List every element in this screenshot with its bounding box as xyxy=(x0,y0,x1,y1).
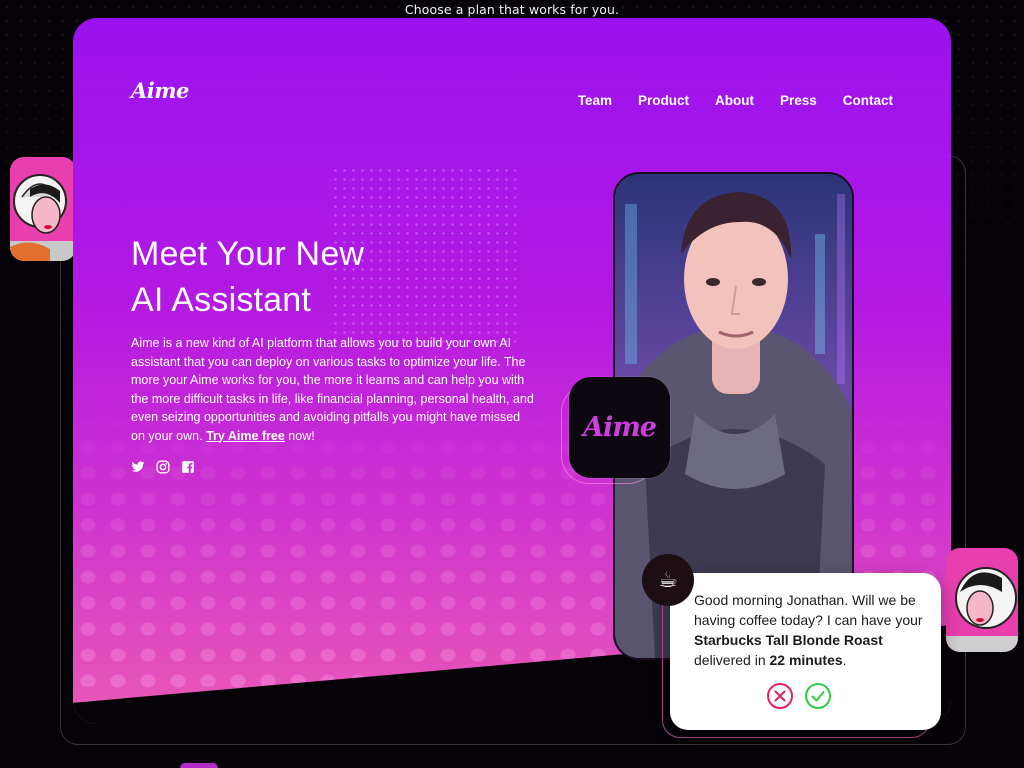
twitter-icon[interactable] xyxy=(131,460,145,474)
social-links xyxy=(131,460,195,474)
headline-line-1: Meet Your New xyxy=(131,235,365,273)
main-nav: Team Product About Press Contact xyxy=(578,93,893,108)
description-suffix: now! xyxy=(288,428,315,443)
aime-app-icon[interactable]: Aime xyxy=(569,377,670,478)
astronaut-avatar-right xyxy=(946,548,1018,652)
description-text: Aime is a new kind of AI platform that a… xyxy=(131,336,534,443)
chat-text-part-3: . xyxy=(842,652,847,668)
chat-product: Starbucks Tall Blonde Roast xyxy=(694,632,883,648)
hero-headline: Meet Your New AI Assistant xyxy=(131,231,364,323)
chat-eta: 22 minutes xyxy=(769,652,843,668)
accept-check-icon[interactable] xyxy=(804,682,832,710)
nav-team[interactable]: Team xyxy=(578,93,612,108)
try-aime-free-link[interactable]: Try Aime free xyxy=(206,429,285,443)
chat-text-part-2: delivered in xyxy=(694,652,766,668)
plan-caption: Choose a plan that works for you. xyxy=(404,2,620,17)
facebook-icon[interactable] xyxy=(181,460,195,474)
headline-line-2: AI Assistant xyxy=(131,281,312,319)
instagram-icon[interactable] xyxy=(156,460,170,474)
assistant-chat-card: Good morning Jonathan. Will we be having… xyxy=(670,573,941,730)
coffee-cup-icon: ☕ xyxy=(642,554,694,606)
hero-description: Aime is a new kind of AI platform that a… xyxy=(131,334,536,445)
nav-product[interactable]: Product xyxy=(638,93,689,108)
app-badge-label: Aime xyxy=(583,412,657,443)
nav-press[interactable]: Press xyxy=(780,93,817,108)
chat-actions xyxy=(766,682,832,710)
chat-text-part-1: Good morning Jonathan. Will we be having… xyxy=(694,592,923,628)
nav-about[interactable]: About xyxy=(715,93,754,108)
bottom-pill-decoration xyxy=(180,763,218,768)
nav-contact[interactable]: Contact xyxy=(843,93,893,108)
chat-message: Good morning Jonathan. Will we be having… xyxy=(694,590,924,670)
decline-x-icon[interactable] xyxy=(766,682,794,710)
brand-logo[interactable]: Aime xyxy=(131,78,189,103)
astronaut-avatar-left xyxy=(10,157,76,261)
